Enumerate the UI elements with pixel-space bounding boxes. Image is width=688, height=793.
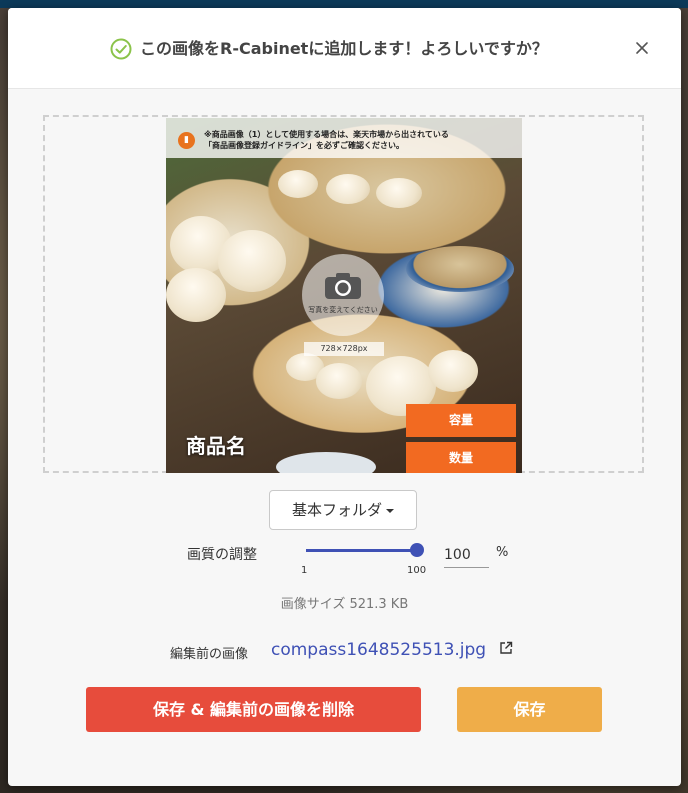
quantity-tag: 数量 bbox=[406, 442, 516, 473]
notice-line-2: 「商品画像登録ガイドライン」を必ずご確認ください。 bbox=[204, 141, 404, 150]
photo-detail bbox=[316, 363, 362, 399]
folder-dropdown-label: 基本フォルダ bbox=[291, 501, 382, 519]
add-image-dialog: この画像をR-Cabinetに追加します！よろしいですか？ ▮ ※商品画像（1）… bbox=[8, 8, 681, 786]
photo-detail bbox=[166, 268, 226, 322]
dialog-title: この画像をR-Cabinetに追加します！よろしいですか？ bbox=[140, 39, 548, 58]
quality-label: 画質の調整 bbox=[187, 547, 257, 563]
check-circle-icon bbox=[110, 38, 132, 60]
photo-detail bbox=[406, 246, 514, 292]
close-icon[interactable] bbox=[632, 38, 652, 58]
save-button[interactable]: 保存 bbox=[457, 687, 602, 732]
guideline-notice: ▮ ※商品画像（1）として使用する場合は、楽天市場から出されている 「商品画像登… bbox=[166, 118, 522, 158]
quality-slider[interactable] bbox=[306, 549, 417, 552]
image-preview: ▮ ※商品画像（1）として使用する場合は、楽天市場から出されている 「商品画像登… bbox=[166, 118, 522, 473]
product-name-overlay: 商品名 bbox=[186, 434, 246, 458]
change-photo-button[interactable]: 写真を変えてください bbox=[302, 254, 384, 336]
slider-min-label: 1 bbox=[301, 565, 308, 576]
book-icon: ▮ bbox=[178, 132, 195, 149]
capacity-tag: 容量 bbox=[406, 404, 516, 437]
external-link-icon[interactable] bbox=[499, 641, 513, 655]
photo-detail bbox=[376, 178, 422, 208]
slider-max-label: 100 bbox=[407, 565, 427, 576]
change-photo-text: 写真を変えてください bbox=[308, 306, 378, 314]
photo-detail bbox=[276, 452, 376, 473]
original-image-label: 編集前の画像 bbox=[170, 647, 249, 662]
camera-icon bbox=[325, 273, 361, 299]
percent-unit: % bbox=[496, 545, 509, 560]
quality-slider-thumb[interactable] bbox=[410, 543, 424, 557]
photo-detail bbox=[278, 170, 318, 198]
dialog-header: この画像をR-Cabinetに追加します！よろしいですか？ bbox=[8, 8, 681, 89]
save-and-delete-original-button[interactable]: 保存 & 編集前の画像を削除 bbox=[86, 687, 421, 732]
photo-detail bbox=[428, 350, 478, 392]
original-image-link[interactable]: compass1648525513.jpg bbox=[271, 640, 486, 660]
caret-down-icon bbox=[386, 508, 394, 513]
quality-input[interactable] bbox=[444, 542, 489, 568]
notice-line-1: ※商品画像（1）として使用する場合は、楽天市場から出されている bbox=[204, 130, 449, 139]
image-size-label: 728×728px bbox=[304, 342, 384, 356]
file-size-text: 画像サイズ 521.3 KB bbox=[280, 597, 409, 612]
photo-detail bbox=[218, 230, 286, 292]
photo-detail bbox=[326, 174, 370, 204]
folder-dropdown[interactable]: 基本フォルダ bbox=[269, 490, 417, 530]
guideline-notice-text: ※商品画像（1）として使用する場合は、楽天市場から出されている 「商品画像登録ガ… bbox=[204, 129, 514, 151]
